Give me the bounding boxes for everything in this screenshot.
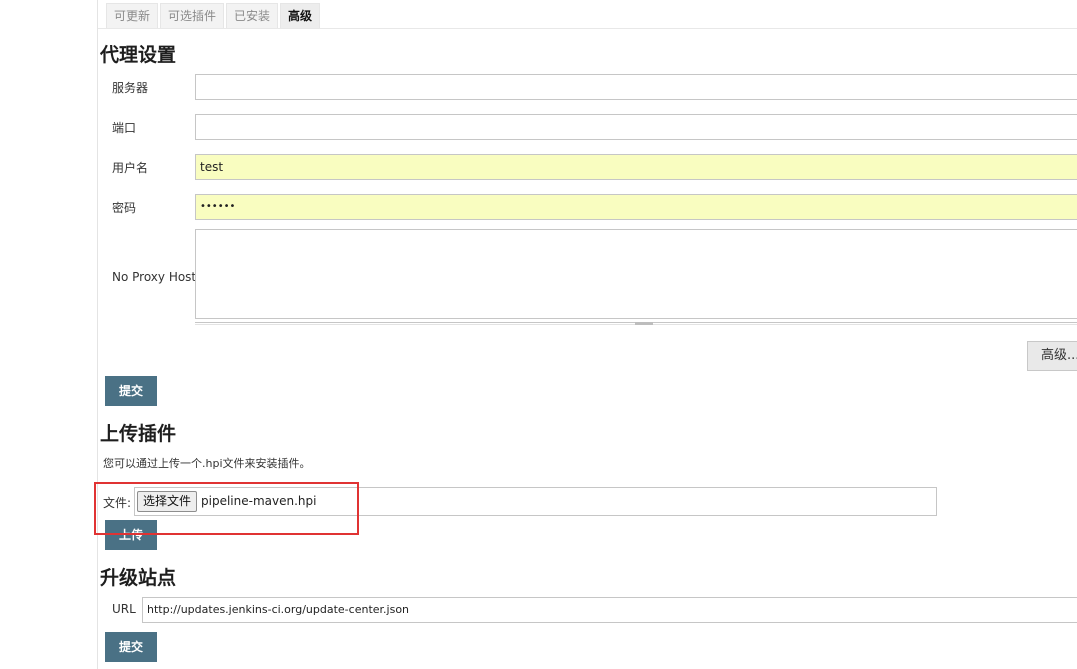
port-input[interactable] xyxy=(195,114,1077,140)
upload-description: 您可以通过上传一个.hpi文件来安装插件。 xyxy=(103,457,311,470)
update-site-submit-button[interactable]: 提交 xyxy=(105,632,157,662)
highlight-annotation xyxy=(94,482,359,535)
left-border xyxy=(97,0,98,669)
proxy-submit-button[interactable]: 提交 xyxy=(105,376,157,406)
no-proxy-host-label: No Proxy Host xyxy=(112,270,197,284)
no-proxy-host-textarea[interactable] xyxy=(195,229,1077,319)
resize-grip-icon[interactable] xyxy=(635,322,653,325)
advanced-button[interactable]: 高级... xyxy=(1027,341,1077,371)
upload-section-title: 上传插件 xyxy=(100,423,177,445)
port-label: 端口 xyxy=(112,121,137,135)
tab-updates[interactable]: 可更新 xyxy=(106,3,159,29)
tab-bar: 可更新 可选插件 已安装 高级 xyxy=(106,3,322,29)
tab-available[interactable]: 可选插件 xyxy=(160,3,225,29)
proxy-section-title: 代理设置 xyxy=(100,44,177,66)
server-label: 服务器 xyxy=(112,81,149,95)
password-label: 密码 xyxy=(112,201,137,215)
username-label: 用户名 xyxy=(112,161,149,175)
url-label: URL xyxy=(112,602,136,616)
tab-divider xyxy=(98,28,1077,29)
username-input[interactable]: test xyxy=(195,154,1077,180)
tab-installed[interactable]: 已安装 xyxy=(226,3,279,29)
update-site-section-title: 升级站点 xyxy=(100,567,177,589)
password-input[interactable]: •••••• xyxy=(195,194,1077,220)
url-input[interactable]: http://updates.jenkins-ci.org/update-cen… xyxy=(142,597,1077,623)
server-input[interactable] xyxy=(195,74,1077,100)
tab-advanced[interactable]: 高级 xyxy=(280,3,321,29)
